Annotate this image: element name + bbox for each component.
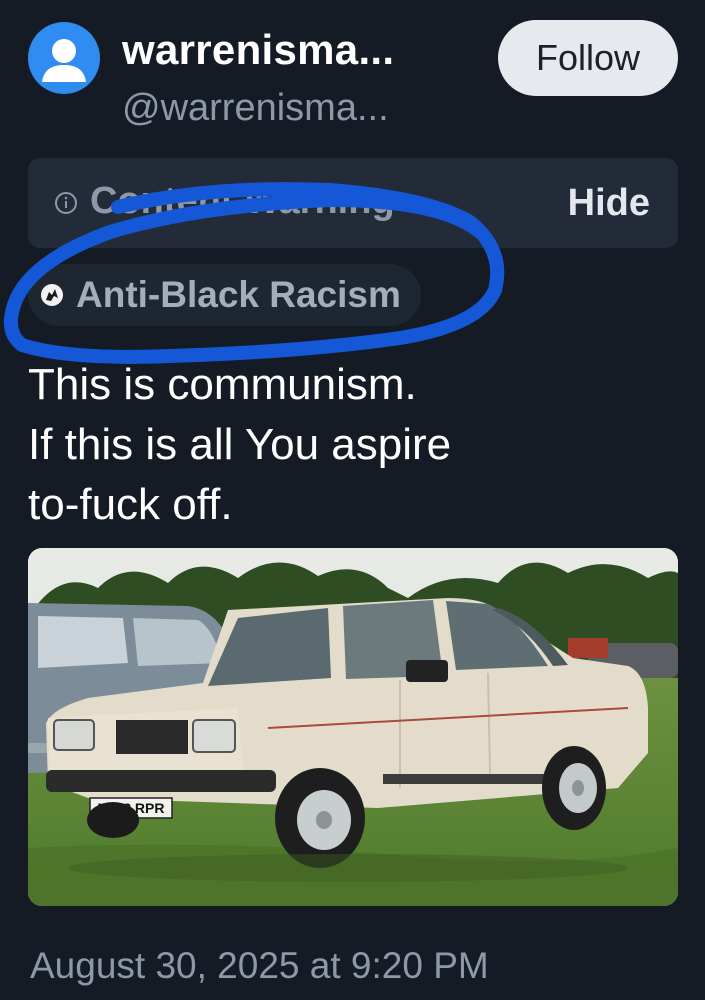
follow-button[interactable]: Follow (498, 20, 678, 96)
tag-label: Anti-Black Racism (76, 274, 401, 315)
author-handle[interactable]: @warrenisma... (122, 87, 389, 130)
author-display-name[interactable]: warrenisma... (122, 26, 394, 74)
content-warning-label: Content Warning (90, 180, 395, 222)
hide-button[interactable]: Hide (568, 182, 650, 225)
post-image[interactable]: N948 RPR (28, 548, 678, 906)
default-user-avatar-icon (42, 39, 86, 82)
car-photo: N948 RPR (28, 548, 678, 906)
tag-emblem-icon (41, 284, 63, 306)
post-line: If this is all You aspire (28, 420, 452, 469)
post-line: This is communism. (28, 360, 417, 409)
content-label-tag[interactable]: Anti-Black Racism (28, 264, 421, 326)
content-warning-bar: Content Warning Hide (28, 158, 678, 248)
post-line: to-fuck off. (28, 480, 233, 529)
post-timestamp[interactable]: August 30, 2025 at 9:20 PM (30, 945, 489, 987)
info-icon (55, 192, 77, 214)
avatar[interactable] (28, 22, 100, 94)
post-text: This is communism. If this is all You as… (28, 355, 678, 535)
